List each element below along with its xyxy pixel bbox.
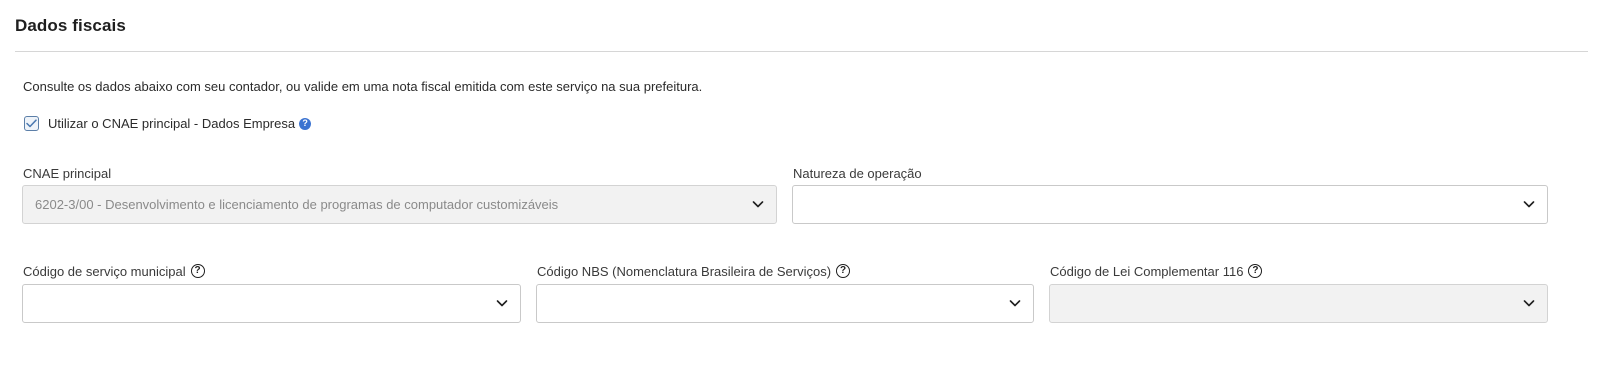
question-circle-icon[interactable]: ? <box>299 117 312 130</box>
codigo-lei-116-label: Código de Lei Complementar 116 <box>1050 263 1244 279</box>
use-cnae-principal-row: Utilizar o CNAE principal - Dados Empres… <box>24 115 312 132</box>
chevron-down-icon <box>1523 201 1535 208</box>
question-circle-icon[interactable]: ? <box>1248 264 1263 278</box>
checkmark-icon <box>26 119 37 128</box>
cnae-principal-field: CNAE principal <box>23 164 111 182</box>
natureza-operacao-select[interactable] <box>792 185 1548 224</box>
codigo-nbs-select[interactable] <box>536 284 1034 323</box>
codigo-servico-municipal-select[interactable] <box>22 284 521 323</box>
question-circle-icon[interactable]: ? <box>836 264 851 278</box>
codigo-servico-municipal-field: Código de serviço municipal ? <box>23 262 205 280</box>
chevron-down-icon <box>496 300 508 307</box>
intro-text: Consulte os dados abaixo com seu contado… <box>23 79 703 94</box>
chevron-down-icon <box>1009 300 1021 307</box>
chevron-down-icon <box>1523 300 1535 307</box>
use-cnae-principal-label[interactable]: Utilizar o CNAE principal - Dados Empres… <box>48 116 295 131</box>
natureza-operacao-field: Natureza de operação <box>793 164 922 182</box>
question-circle-icon[interactable]: ? <box>190 264 205 278</box>
cnae-principal-select[interactable]: 6202-3/00 - Desenvolvimento e licenciame… <box>22 185 777 224</box>
codigo-lei-116-select[interactable] <box>1049 284 1548 323</box>
codigo-nbs-label: Código NBS (Nomenclatura Brasileira de S… <box>537 263 832 279</box>
use-cnae-principal-checkbox[interactable] <box>24 116 39 131</box>
chevron-down-icon <box>752 201 764 208</box>
codigo-lei-116-field: Código de Lei Complementar 116 ? <box>1050 262 1263 280</box>
section-title: Dados fiscais <box>15 16 126 35</box>
section-divider <box>15 51 1588 52</box>
codigo-nbs-field: Código NBS (Nomenclatura Brasileira de S… <box>537 262 851 280</box>
cnae-principal-value: 6202-3/00 - Desenvolvimento e licenciame… <box>35 197 559 212</box>
dados-fiscais-section: Dados fiscais Consulte os dados abaixo c… <box>0 0 1602 370</box>
cnae-principal-label: CNAE principal <box>23 165 112 181</box>
codigo-servico-municipal-label: Código de serviço municipal <box>23 263 186 279</box>
natureza-operacao-label: Natureza de operação <box>793 165 922 181</box>
